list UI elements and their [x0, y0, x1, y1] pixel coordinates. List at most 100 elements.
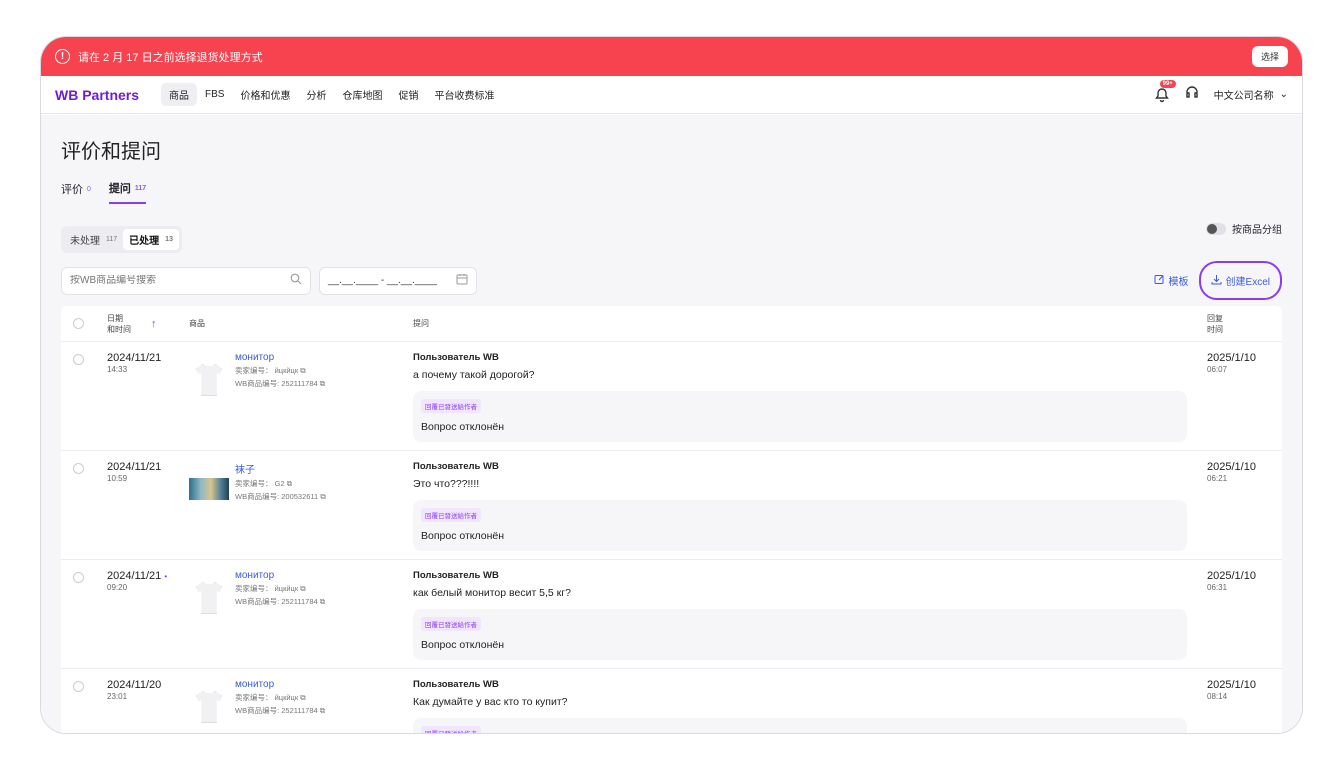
question-date: 2024/11/21 — [107, 461, 162, 473]
header-date-label: 日期 和时间 — [107, 313, 131, 334]
reply-date: 2025/1/10 — [1207, 352, 1256, 364]
copy-icon[interactable]: ⧉ — [300, 366, 305, 375]
nav-item-warehouse-map[interactable]: 仓库地图 — [334, 83, 390, 106]
reply-time: 08:14 — [1207, 692, 1228, 701]
create-excel-button[interactable]: 创建Excel — [1198, 261, 1282, 300]
header-reply-time: 回复 时间 — [1207, 313, 1223, 334]
page-title: 评价和提问 — [61, 141, 161, 163]
product-name-link[interactable]: 袜子 — [235, 461, 326, 476]
header-date[interactable]: 日期 和时间 ↑ — [107, 313, 189, 335]
question-date: 2024/11/20 — [107, 679, 162, 691]
group-by-product-toggle[interactable] — [1206, 222, 1226, 235]
tab-reviews-label: 评价 — [61, 184, 83, 196]
reply-time: 06:21 — [1207, 474, 1228, 483]
row-checkbox[interactable] — [73, 354, 84, 365]
calendar-icon[interactable] — [456, 273, 468, 288]
row-checkbox[interactable] — [73, 463, 84, 474]
product-name-link[interactable]: монитор — [235, 352, 325, 363]
support-headset-icon[interactable] — [1184, 84, 1200, 105]
copy-icon[interactable]: ⧉ — [320, 492, 325, 501]
question-text: а почему такой дорогой? — [413, 369, 535, 381]
search-icon[interactable] — [290, 273, 302, 288]
copy-icon[interactable]: ⧉ — [320, 706, 325, 715]
reply-time-cell: 2025/1/10 06:21 — [1207, 461, 1285, 551]
question-cell: Пользователь WB а почему такой дорогой? … — [413, 352, 1207, 442]
copy-icon[interactable]: ⧉ — [300, 693, 305, 702]
alert-text: 请在 2 月 17 日之前选择退货处理方式 — [78, 51, 263, 64]
table-row[interactable]: 2024/11/21 14:33 монитор 卖家编号： йцкйцк ⧉ … — [61, 342, 1282, 451]
nav-item-analytics[interactable]: 分析 — [298, 83, 334, 106]
product-thumb[interactable] — [189, 578, 229, 618]
alert-select-button[interactable]: 选择 — [1251, 46, 1288, 67]
notification-bell-icon[interactable]: 99+ — [1154, 79, 1176, 103]
row-checkbox[interactable] — [73, 681, 84, 692]
question-time: 14:33 — [107, 365, 128, 374]
alert-icon: ! — [55, 49, 70, 64]
question-text: Это что???!!!! — [413, 478, 480, 490]
nav-item-prices[interactable]: 价格和优惠 — [232, 83, 298, 106]
toolbar-actions: 模板 创建Excel — [1154, 261, 1282, 300]
nav-item-products[interactable]: 商品 — [161, 83, 198, 106]
product-thumb[interactable] — [189, 360, 229, 400]
nav-item-fees[interactable]: 平台收费标准 — [426, 83, 502, 106]
question-cell: Пользователь WB Это что???!!!! 回覆已發送給作者 … — [413, 461, 1207, 551]
date-range-placeholder: __.__.____ - __.__.____ — [328, 275, 437, 286]
nav-item-fbs[interactable]: FBS — [197, 85, 232, 104]
product-image — [196, 582, 222, 614]
seller-code: 卖家编号： G2 — [235, 479, 285, 488]
header-product: 商品 — [189, 319, 205, 328]
template-button[interactable]: 模板 — [1154, 273, 1189, 288]
product-cell: монитор 卖家编号： йцкйцк ⧉ WB商品编号: 252111784… — [189, 352, 413, 442]
reply-time-cell: 2025/1/10 06:07 — [1207, 352, 1285, 442]
subtab-processed-label: 已处理 — [129, 236, 160, 247]
copy-icon[interactable]: ⧉ — [300, 584, 305, 593]
row-date: 2024/11/21 • 09:20 — [107, 570, 189, 660]
alert-bar: ! 请在 2 月 17 日之前选择退货处理方式 选择 — [41, 37, 1302, 76]
row-date: 2024/11/20 23:01 — [107, 679, 189, 733]
question-author: Пользователь WB — [413, 570, 499, 581]
product-name-link[interactable]: монитор — [235, 570, 325, 581]
main-content: 评价和提问 评价 0 提问 117 未处理 117 已处理 13 按商品分组 按… — [41, 115, 1302, 733]
reply-box: 回覆已發送給作者 Вопрос отклонён — [413, 609, 1187, 660]
product-thumb[interactable] — [189, 469, 229, 509]
date-range-input[interactable]: __.__.____ - __.__.____ — [319, 266, 477, 295]
search-box — [61, 266, 311, 295]
select-all-checkbox[interactable] — [73, 318, 84, 329]
product-image — [189, 478, 229, 500]
subtab-unprocessed[interactable]: 未处理 117 — [64, 229, 123, 250]
table-row[interactable]: 2024/11/21 • 09:20 монитор 卖家编号： йцкйцк … — [61, 560, 1282, 669]
copy-icon[interactable]: ⧉ — [320, 379, 325, 388]
row-checkbox[interactable] — [73, 572, 84, 583]
status-subtabs: 未处理 117 已处理 13 — [61, 226, 182, 253]
sort-up-icon[interactable]: ↑ — [151, 318, 157, 330]
question-cell: Пользователь WB Как думайте у вас кто то… — [413, 679, 1207, 733]
product-name-link[interactable]: монитор — [235, 679, 325, 690]
search-input[interactable] — [70, 275, 270, 286]
download-icon — [1211, 274, 1222, 288]
logo[interactable]: WB Partners — [55, 87, 139, 103]
seller-code: 卖家编号： йцкйцк — [235, 584, 299, 593]
product-thumb[interactable] — [189, 687, 229, 727]
reply-status-badge: 回覆已發送給作者 — [421, 726, 481, 733]
subtab-processed[interactable]: 已处理 13 — [123, 229, 179, 250]
company-selector[interactable]: 中文公司名称 ⌄ — [1214, 87, 1288, 102]
nav-item-promotions[interactable]: 促销 — [390, 83, 426, 106]
tab-reviews[interactable]: 评价 0 — [61, 180, 91, 204]
edit-icon — [1154, 274, 1165, 288]
table-row[interactable]: 2024/11/20 23:01 монитор 卖家编号： йцкйцк ⧉ … — [61, 669, 1282, 733]
copy-icon[interactable]: ⧉ — [320, 597, 325, 606]
reply-box: 回覆已發送給作者 Вопрос отклонён — [413, 500, 1187, 551]
chevron-down-icon: ⌄ — [1279, 89, 1288, 100]
tab-questions-count: 117 — [134, 184, 147, 192]
copy-icon[interactable]: ⧉ — [287, 479, 292, 488]
product-cell: монитор 卖家编号： йцкйцк ⧉ WB商品编号: 252111784… — [189, 570, 413, 660]
top-nav: WB Partners 商品 FBS 价格和优惠 分析 仓库地图 促销 平台收费… — [41, 76, 1302, 114]
tab-questions[interactable]: 提问 117 — [108, 180, 147, 204]
question-text: как белый монитор весит 5,5 кг? — [413, 587, 571, 599]
app-window: ! 请在 2 月 17 日之前选择退货处理方式 选择 WB Partners 商… — [40, 36, 1303, 734]
reply-date: 2025/1/10 — [1207, 461, 1256, 473]
table-row[interactable]: 2024/11/21 10:59 袜子 卖家编号： G2 ⧉ WB商品编号: 2… — [61, 451, 1282, 560]
question-date: 2024/11/21 — [107, 352, 162, 364]
unread-dot: • — [164, 572, 168, 581]
question-time: 23:01 — [107, 692, 128, 701]
